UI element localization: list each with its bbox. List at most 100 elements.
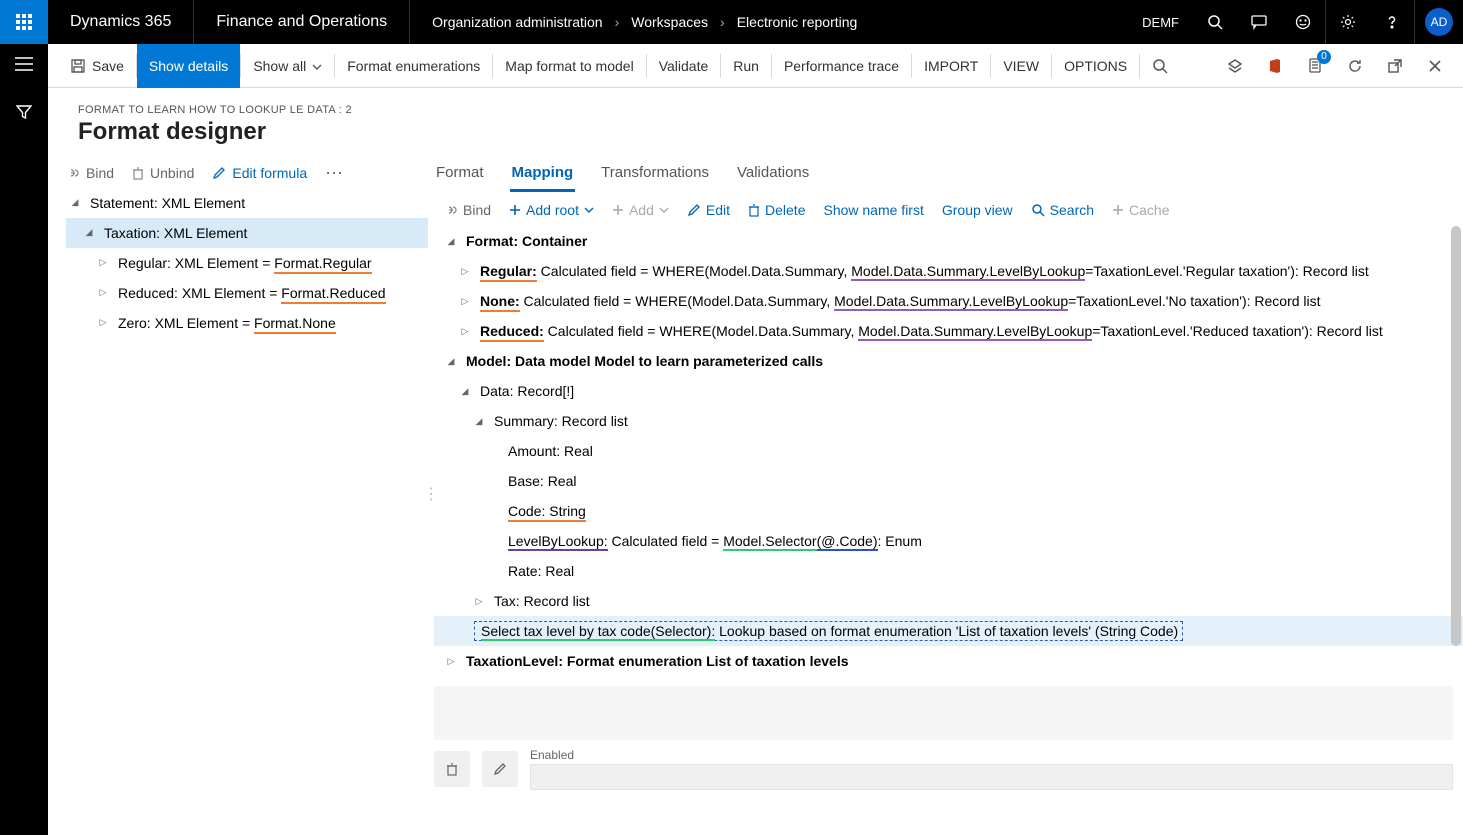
collapse-icon[interactable]: ◢	[442, 356, 460, 367]
notification-badge: 0	[1317, 50, 1331, 64]
cache-label: Cache	[1129, 202, 1169, 218]
collapse-icon[interactable]: ◢	[80, 227, 98, 238]
validate-button[interactable]: Validate	[647, 44, 721, 88]
refresh-icon[interactable]	[1337, 48, 1373, 84]
office-icon[interactable]	[1257, 48, 1293, 84]
avatar[interactable]: AD	[1425, 8, 1453, 36]
tree-row[interactable]: ◢Statement: XML Element	[66, 188, 428, 218]
unbind-button[interactable]: Unbind	[132, 165, 194, 181]
performance-trace-button[interactable]: Performance trace	[772, 44, 911, 88]
tree-row[interactable]: ▷Reduced: XML Element = Format.Reduced	[66, 278, 428, 308]
show-name-first-button[interactable]: Show name first	[823, 202, 923, 218]
mapping-row[interactable]: LevelByLookup: Calculated field = Model.…	[434, 526, 1463, 556]
expand-icon[interactable]: ▷	[470, 596, 488, 607]
map-format-button[interactable]: Map format to model	[493, 44, 645, 88]
tab-transformations[interactable]: Transformations	[599, 156, 711, 192]
scrollbar[interactable]	[1451, 226, 1461, 835]
popout-icon[interactable]	[1377, 48, 1413, 84]
expand-icon[interactable]: ▷	[94, 257, 112, 268]
gear-icon[interactable]	[1326, 0, 1370, 44]
show-details-button[interactable]: Show details	[137, 44, 240, 88]
app-launcher[interactable]	[0, 0, 48, 44]
expand-icon[interactable]: ▷	[456, 326, 474, 337]
mapping-label: Select tax level by tax code(Selector): …	[474, 621, 1183, 641]
mapping-label: TaxationLevel: Format enumeration List o…	[460, 653, 849, 669]
mapping-row[interactable]: ◢Data: Record[!]	[434, 376, 1463, 406]
mapping-row[interactable]: ▷Reduced: Calculated field = WHERE(Model…	[434, 316, 1463, 346]
delete-param-button[interactable]	[434, 751, 470, 787]
hamburger-icon[interactable]	[14, 54, 34, 74]
breadcrumb: Organization administration › Workspaces…	[409, 0, 857, 44]
close-icon[interactable]	[1417, 48, 1453, 84]
group-view-button[interactable]: Group view	[942, 202, 1013, 218]
tree-row[interactable]: ▷Zero: XML Element = Format.None	[66, 308, 428, 338]
view-button[interactable]: VIEW	[991, 44, 1051, 88]
expand-icon[interactable]: ▷	[94, 287, 112, 298]
scroll-thumb[interactable]	[1451, 226, 1461, 646]
collapse-icon[interactable]: ◢	[442, 236, 460, 247]
tab-mapping[interactable]: Mapping	[510, 156, 576, 192]
add-button[interactable]: Add	[612, 202, 669, 218]
bind-button[interactable]: Bind	[66, 165, 114, 181]
expand-icon[interactable]: ▷	[456, 266, 474, 277]
search-button[interactable]	[1140, 44, 1180, 88]
mapping-row[interactable]: ▷Regular: Calculated field = WHERE(Model…	[434, 256, 1463, 286]
mapping-row[interactable]: ◢Model: Data model Model to learn parame…	[434, 346, 1463, 376]
collapse-icon[interactable]: ◢	[456, 386, 474, 397]
mapping-label: Regular: Calculated field = WHERE(Model.…	[474, 263, 1369, 279]
format-enumerations-button[interactable]: Format enumerations	[335, 44, 492, 88]
save-button[interactable]: Save	[58, 44, 136, 88]
left-rail	[0, 44, 48, 835]
collapse-icon[interactable]: ◢	[66, 197, 84, 208]
mapping-row[interactable]: Select tax level by tax code(Selector): …	[434, 616, 1463, 646]
cache-button[interactable]: Cache	[1112, 202, 1169, 218]
more-icon[interactable]: ⋯	[325, 164, 343, 182]
import-button[interactable]: IMPORT	[912, 44, 990, 88]
smiley-icon[interactable]	[1281, 0, 1325, 44]
mapping-row[interactable]: Rate: Real	[434, 556, 1463, 586]
delete-label: Delete	[765, 202, 805, 218]
page-header: FORMAT TO LEARN HOW TO LOOKUP LE DATA : …	[48, 88, 1463, 152]
tab-validations[interactable]: Validations	[735, 156, 811, 192]
mapping-row[interactable]: Code: String	[434, 496, 1463, 526]
mapping-row[interactable]: ▷TaxationLevel: Format enumeration List …	[434, 646, 1463, 676]
chat-icon[interactable]	[1237, 0, 1281, 44]
filter-icon[interactable]	[14, 102, 34, 122]
crumb-item[interactable]: Workspaces	[631, 14, 708, 30]
run-button[interactable]: Run	[721, 44, 771, 88]
mapping-label: Base: Real	[502, 473, 576, 489]
company-code[interactable]: DEMF	[1128, 15, 1193, 30]
attach-icon[interactable]	[1217, 48, 1253, 84]
chevron-right-icon: ›	[720, 14, 725, 30]
crumb-item[interactable]: Electronic reporting	[737, 14, 858, 30]
mapping-row[interactable]: ◢Summary: Record list	[434, 406, 1463, 436]
mapping-row[interactable]: Base: Real	[434, 466, 1463, 496]
mapping-row[interactable]: Amount: Real	[434, 436, 1463, 466]
mapping-label: Tax: Record list	[488, 593, 590, 609]
collapse-icon[interactable]: ◢	[470, 416, 488, 427]
tree-row[interactable]: ◢Taxation: XML Element	[66, 218, 428, 248]
edit-button[interactable]: Edit	[687, 202, 730, 218]
show-all-button[interactable]: Show all	[241, 44, 334, 88]
delete-button[interactable]: Delete	[748, 202, 805, 218]
expand-icon[interactable]: ▷	[94, 317, 112, 328]
bind-button[interactable]: Bind	[444, 202, 491, 218]
mapping-row[interactable]: ◢Format: Container	[434, 226, 1463, 256]
mapping-label: Format: Container	[460, 233, 587, 249]
tab-format[interactable]: Format	[434, 156, 486, 192]
edit-formula-button[interactable]: Edit formula	[212, 165, 307, 181]
add-root-button[interactable]: Add root	[509, 202, 594, 218]
crumb-item[interactable]: Organization administration	[432, 14, 602, 30]
notifications-icon[interactable]: 0	[1297, 48, 1333, 84]
expand-icon[interactable]: ▷	[456, 296, 474, 307]
options-button[interactable]: OPTIONS	[1052, 44, 1139, 88]
search-icon[interactable]	[1193, 0, 1237, 44]
search-button[interactable]: Search	[1031, 202, 1094, 218]
help-icon[interactable]	[1370, 0, 1414, 44]
edit-param-button[interactable]	[482, 751, 518, 787]
mapping-row[interactable]: ▷None: Calculated field = WHERE(Model.Da…	[434, 286, 1463, 316]
tree-row[interactable]: ▷Regular: XML Element = Format.Regular	[66, 248, 428, 278]
expand-icon[interactable]: ▷	[442, 656, 460, 667]
mapping-row[interactable]: ▷Tax: Record list	[434, 586, 1463, 616]
enabled-field[interactable]	[530, 764, 1453, 790]
